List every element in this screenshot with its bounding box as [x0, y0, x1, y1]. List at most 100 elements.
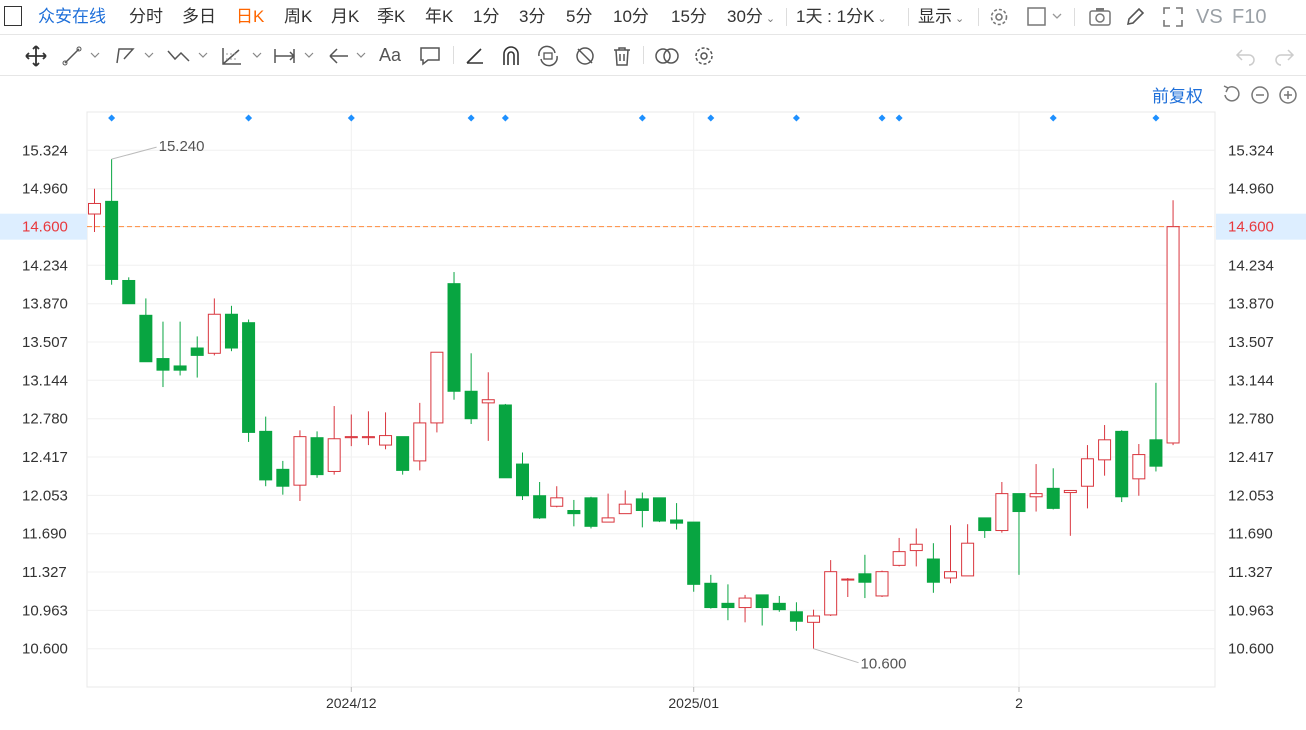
candle-down[interactable] — [122, 279, 136, 305]
candle-down[interactable] — [567, 509, 581, 515]
candle-up[interactable] — [841, 578, 855, 581]
candle-up[interactable] — [293, 436, 307, 486]
comment-icon[interactable] — [418, 45, 442, 67]
period-tab-yearly[interactable]: 年K — [425, 0, 453, 34]
candle-down[interactable] — [1012, 493, 1026, 513]
compare-vs-button[interactable]: VS — [1196, 0, 1223, 34]
candle-up[interactable] — [961, 542, 975, 577]
measure-icon[interactable] — [272, 45, 318, 67]
candle-down[interactable] — [755, 594, 769, 609]
event-marker-icon[interactable] — [245, 114, 253, 122]
f10-button[interactable]: F10 — [1232, 0, 1266, 34]
candle-up[interactable] — [1080, 458, 1094, 487]
candle-down[interactable] — [635, 498, 649, 511]
screenshot-icon[interactable] — [1088, 6, 1112, 28]
event-marker-icon[interactable] — [638, 114, 646, 122]
candle-up[interactable] — [344, 436, 358, 439]
delete-icon[interactable] — [610, 45, 634, 67]
candle-down[interactable] — [926, 558, 940, 583]
candle-down[interactable] — [704, 582, 718, 609]
move-icon[interactable] — [24, 44, 48, 68]
event-marker-icon[interactable] — [1152, 114, 1160, 122]
candle-up[interactable] — [413, 422, 427, 462]
fib-icon[interactable] — [220, 45, 264, 67]
candle-up[interactable] — [430, 351, 444, 424]
event-marker-icon[interactable] — [347, 114, 355, 122]
candle-up[interactable] — [361, 436, 375, 439]
compare-icon[interactable] — [653, 45, 681, 67]
candle-down[interactable] — [687, 521, 701, 585]
candle-down[interactable] — [1149, 439, 1163, 467]
candle-down[interactable] — [721, 602, 735, 609]
candlestick-chart[interactable]: 15.324 15.324 14.960 14.960 14.600 14.600 14.2… — [0, 76, 1306, 730]
text-tool-button[interactable]: Aa — [379, 35, 401, 75]
candle-up[interactable] — [481, 399, 495, 404]
undo-icon[interactable] — [1234, 45, 1258, 67]
candle-up[interactable] — [1098, 439, 1112, 461]
candle-down[interactable] — [858, 573, 872, 583]
hide-icon[interactable] — [573, 45, 597, 67]
candle-up[interactable] — [327, 438, 341, 472]
candle-down[interactable] — [242, 322, 256, 433]
candle-down[interactable] — [190, 347, 204, 356]
period-tab-weekly[interactable]: 周K — [284, 0, 312, 34]
redo-icon[interactable] — [1272, 45, 1296, 67]
event-marker-icon[interactable] — [707, 114, 715, 122]
candle-down[interactable] — [498, 404, 512, 479]
candle-down[interactable] — [516, 463, 529, 497]
period-tab-1min[interactable]: 1分 — [473, 0, 499, 34]
wave-icon[interactable] — [166, 45, 212, 67]
period-tab-5min[interactable]: 5分 — [566, 0, 592, 34]
candle-up[interactable] — [379, 435, 393, 446]
period-tab-15min[interactable]: 15分 — [671, 0, 707, 34]
candle-up[interactable] — [944, 571, 957, 579]
candle-down[interactable] — [173, 365, 187, 371]
candle-up[interactable] — [1029, 493, 1043, 498]
candle-down[interactable] — [464, 390, 478, 420]
period-tab-multiday[interactable]: 多日 — [182, 0, 216, 34]
period-tab-daily[interactable]: 日K — [236, 0, 264, 34]
candle-down[interactable] — [259, 430, 273, 481]
candle-up[interactable] — [807, 615, 821, 623]
fullscreen-icon[interactable] — [1162, 6, 1184, 28]
period-tab-timeshare[interactable]: 分时 — [129, 0, 163, 34]
event-marker-icon[interactable] — [1049, 114, 1057, 122]
candle-down[interactable] — [978, 517, 992, 532]
candle-down[interactable] — [789, 611, 803, 622]
event-marker-icon[interactable] — [501, 114, 509, 122]
candle-up[interactable] — [892, 551, 906, 566]
candle-down[interactable] — [1115, 430, 1129, 498]
candle-up[interactable] — [207, 313, 221, 354]
settings-icon[interactable] — [692, 45, 716, 67]
layout-select-icon[interactable] — [1026, 6, 1066, 28]
event-marker-icon[interactable] — [792, 114, 800, 122]
candle-down[interactable] — [139, 314, 153, 363]
candle-up[interactable] — [824, 571, 838, 616]
candle-up[interactable] — [1063, 489, 1077, 494]
period-tab-quarterly[interactable]: 季K — [377, 0, 405, 34]
line-icon[interactable] — [62, 45, 104, 67]
magnet-icon[interactable] — [499, 45, 523, 67]
pencil-icon[interactable] — [1124, 6, 1146, 28]
display-menu[interactable]: 显示 ⌄ — [918, 0, 964, 34]
period-tab-10min[interactable]: 10分 — [613, 0, 649, 34]
candle-up[interactable] — [738, 597, 752, 609]
stock-name[interactable]: 众安在线 — [38, 0, 106, 34]
event-marker-icon[interactable] — [895, 114, 903, 122]
ruler-icon[interactable] — [463, 45, 487, 67]
candle-up[interactable] — [88, 202, 101, 215]
candle-down[interactable] — [584, 497, 598, 527]
period-tab-3min[interactable]: 3分 — [519, 0, 545, 34]
range-select[interactable]: 1天 : 1分K ⌄ — [796, 0, 887, 34]
candle-down[interactable] — [652, 497, 666, 522]
candle-up[interactable] — [601, 517, 615, 523]
candle-up[interactable] — [618, 503, 632, 515]
event-marker-icon[interactable] — [108, 114, 116, 122]
candle-down[interactable] — [276, 468, 290, 487]
candle-up[interactable] — [995, 493, 1009, 532]
candle-down[interactable] — [105, 200, 119, 280]
candle-down[interactable] — [156, 358, 170, 371]
event-marker-icon[interactable] — [878, 114, 886, 122]
candle-up[interactable] — [909, 543, 923, 552]
period-tab-30min[interactable]: 30分 ⌄ — [727, 0, 775, 34]
